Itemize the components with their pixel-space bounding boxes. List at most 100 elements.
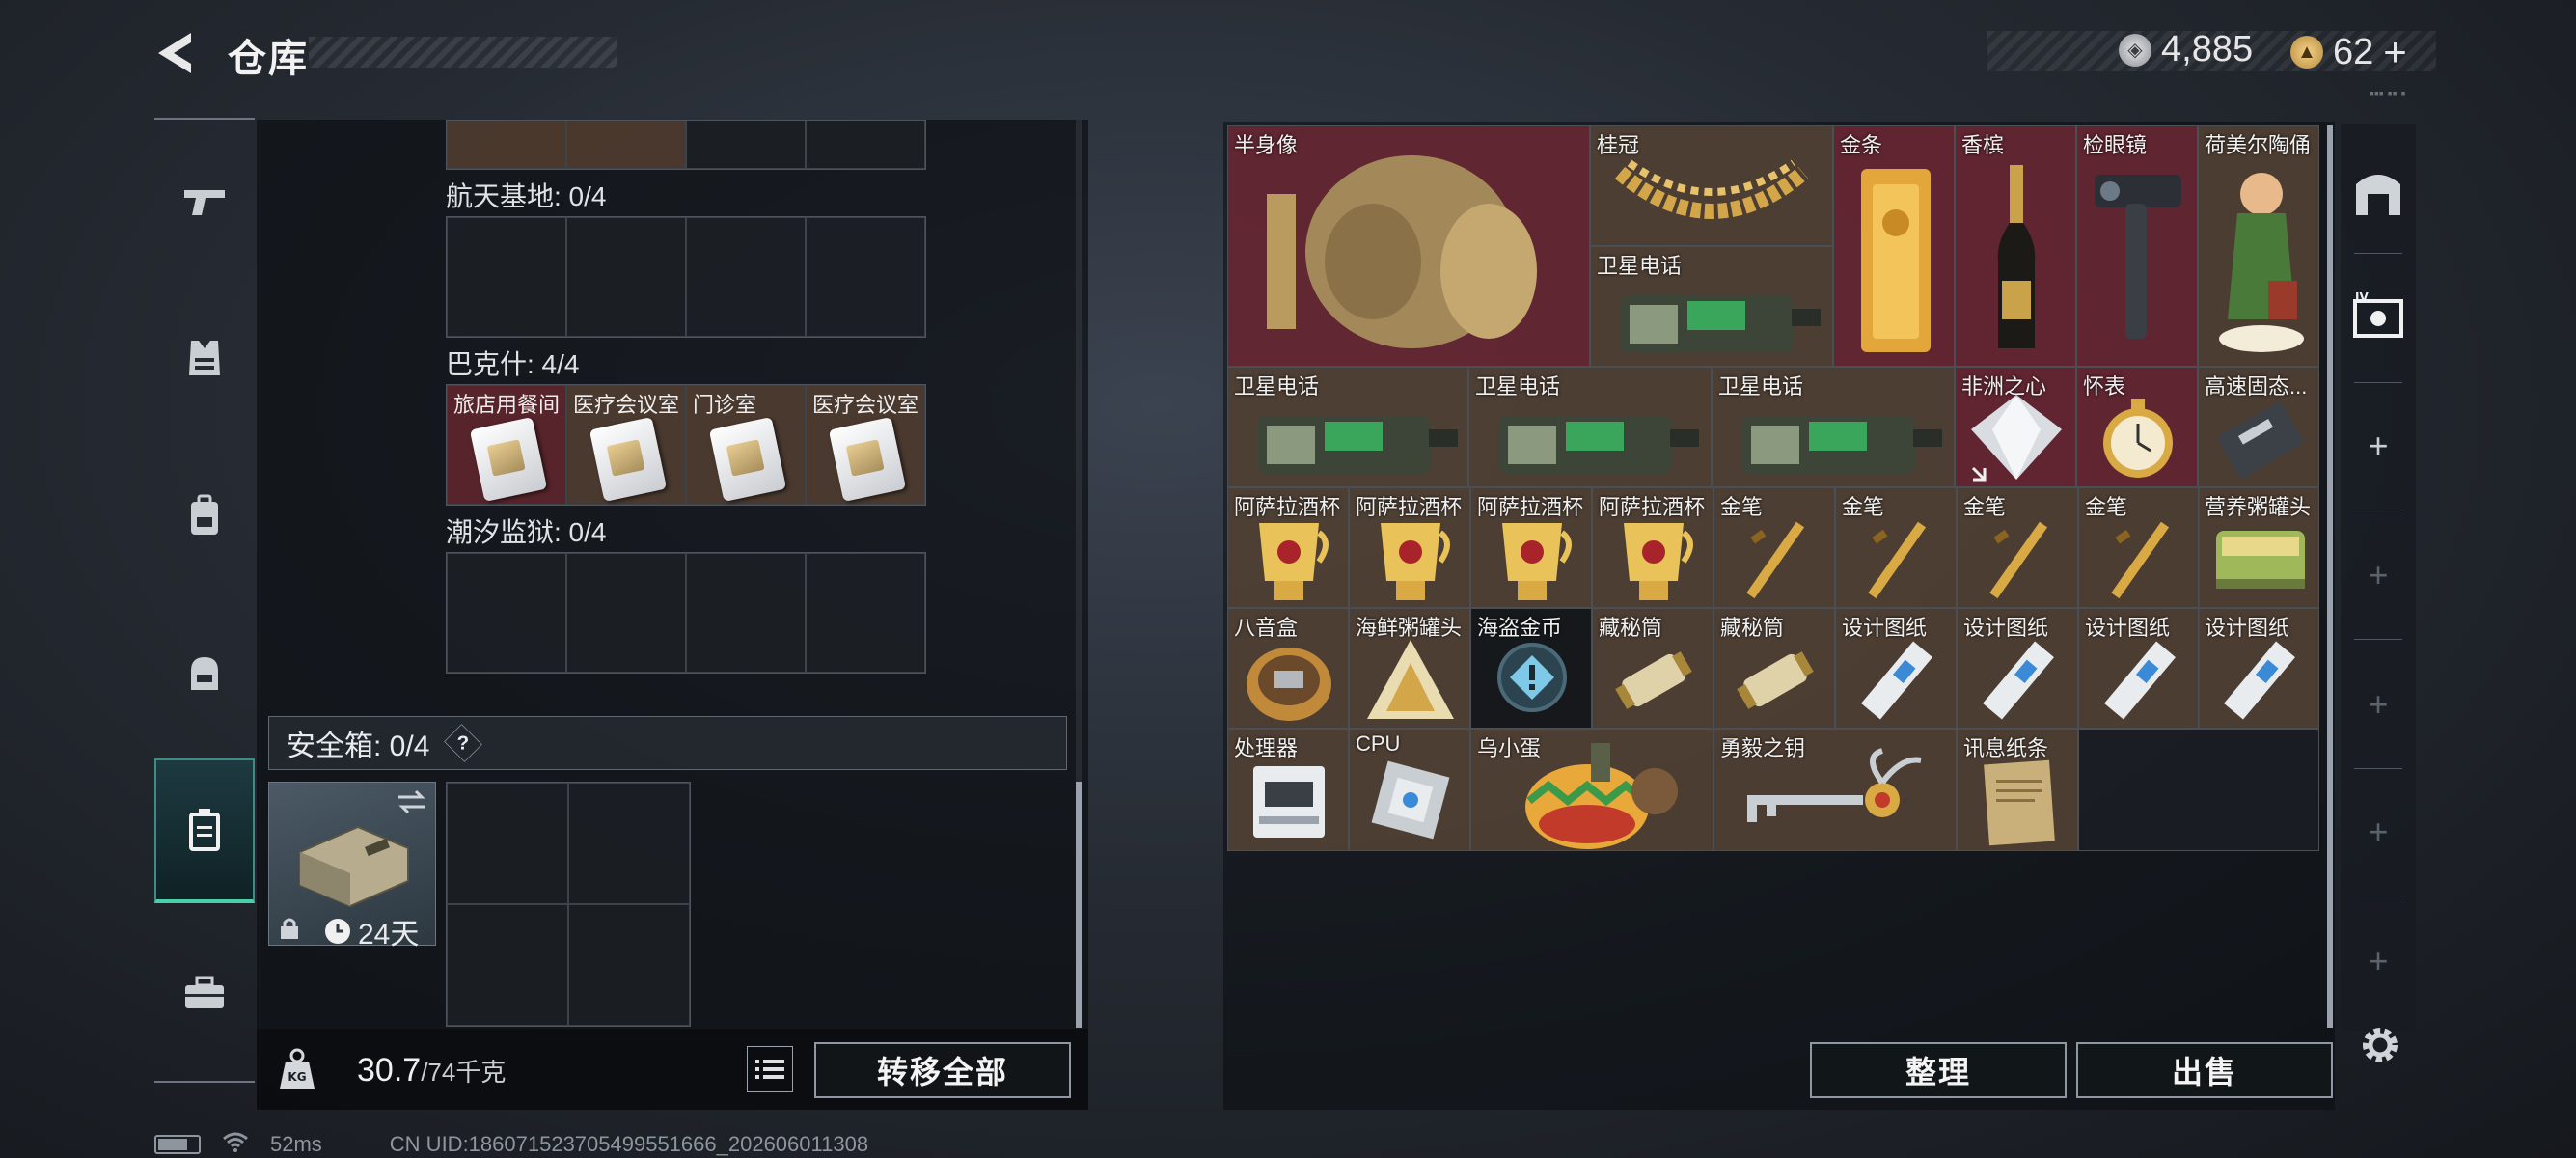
safe-timer: 24天 — [323, 910, 419, 952]
keycard-slot[interactable] — [447, 553, 566, 673]
keycard-slot[interactable]: 旅店用餐间 — [447, 385, 566, 505]
storage-item[interactable]: 香槟 — [1955, 125, 2076, 367]
storage-item[interactable]: 金笔 — [2078, 487, 2200, 608]
storage-item[interactable]: 桂冠 — [1590, 125, 1833, 246]
nav-item-helmet-bag[interactable] — [154, 610, 255, 735]
keycard-slot[interactable]: 医疗会议室 — [566, 385, 686, 505]
safe-slot[interactable] — [447, 904, 568, 1026]
sell-button[interactable]: 出售 — [2076, 1042, 2333, 1098]
storage-item[interactable]: 八音盒 — [1227, 608, 1349, 729]
storage-item[interactable]: 卫星电话 — [1590, 246, 1833, 367]
keycard-slot[interactable] — [806, 553, 925, 673]
storage-item[interactable]: 荷美尔陶俑 — [2198, 125, 2319, 367]
satellite-phone-image — [1498, 416, 1699, 474]
keycard-slot[interactable]: 门诊室 — [686, 385, 806, 505]
nav-item-toolbox[interactable] — [154, 930, 255, 1056]
add-storage-tab-button[interactable]: + — [2341, 398, 2416, 494]
keycard-name: 门诊室 — [693, 393, 757, 417]
nav-item-weapons[interactable] — [154, 139, 255, 264]
asala-cup-image — [1381, 523, 1450, 600]
transfer-all-button[interactable]: 转移全部 — [814, 1042, 1071, 1098]
blueprint-image — [2104, 641, 2176, 720]
storage-item[interactable]: 藏秘筒 — [1592, 608, 1713, 729]
keycard-name: 医疗会议室 — [573, 393, 680, 417]
safe-box-icon — [299, 825, 409, 908]
locked-storage-tab[interactable]: + — [2341, 784, 2416, 880]
storage-item[interactable]: 设计图纸 — [2078, 608, 2200, 729]
watermark: ▪▪▪ ▪▪ ▪ — [2370, 85, 2406, 100]
storage-item[interactable]: 阿萨拉酒杯 — [1592, 487, 1713, 608]
storage-item[interactable]: 金笔 — [1835, 487, 1957, 608]
gold-pen-image — [2111, 521, 2170, 599]
storage-item[interactable]: CPU — [1349, 729, 1470, 851]
storage-item[interactable]: 营养粥罐头 — [2198, 487, 2319, 608]
keycard-slot[interactable] — [806, 121, 925, 169]
storage-item[interactable]: 阿萨拉酒杯 — [1227, 487, 1349, 608]
storage-item[interactable]: 怀表 — [2076, 367, 2198, 487]
keycard-slot[interactable] — [447, 217, 566, 337]
settings-gear-icon[interactable] — [2356, 1021, 2404, 1069]
safe-slot[interactable] — [568, 904, 690, 1026]
storage-item[interactable]: 半身像 — [1227, 125, 1590, 367]
keycard-slot[interactable]: 医疗会议室 — [806, 385, 925, 505]
svg-text:KG: KG — [288, 1070, 306, 1084]
safe-slot[interactable] — [568, 783, 690, 904]
list-view-button[interactable] — [747, 1046, 793, 1092]
storage-tab-home[interactable] — [2341, 145, 2416, 241]
safe-slot[interactable] — [447, 783, 568, 904]
storage-item[interactable]: 设计图纸 — [2198, 608, 2319, 729]
storage-item[interactable]: 非洲之心 — [1955, 367, 2076, 487]
storage-item[interactable]: 讯息纸条 — [1957, 729, 2078, 851]
locked-storage-tab[interactable]: + — [2341, 656, 2416, 753]
keycard-slot[interactable] — [686, 217, 806, 337]
storage-item[interactable]: 阿萨拉酒杯 — [1349, 487, 1470, 608]
silver-amount: 4,885 — [2161, 29, 2254, 69]
storage-item[interactable]: 金条 — [1833, 125, 1955, 367]
keycard-slot[interactable] — [566, 217, 686, 337]
storage-item[interactable]: 卫星电话 — [1712, 367, 1955, 487]
nav-item-backpack[interactable] — [154, 454, 255, 579]
storage-tab-collection[interactable]: IV — [2341, 268, 2416, 365]
storage-item[interactable]: 检眼镜 — [2076, 125, 2198, 367]
gold-currency[interactable]: ▲ 62 + — [2290, 29, 2407, 75]
locked-storage-tab[interactable]: + — [2341, 527, 2416, 623]
storage-item[interactable]: 卫星电话 — [1227, 367, 1468, 487]
storage-scrollbar[interactable] — [2327, 125, 2333, 1028]
help-icon[interactable]: ? — [444, 724, 483, 762]
storage-item[interactable]: 处理器 — [1227, 729, 1349, 851]
keycard-slot[interactable] — [806, 217, 925, 337]
storage-item[interactable]: 海盗金币 — [1470, 608, 1592, 729]
blueprint-image — [1983, 641, 2054, 720]
keycard-slot[interactable] — [447, 121, 566, 169]
storage-item[interactable]: 乌小蛋 — [1470, 729, 1713, 851]
safe-box-header: 安全箱: 0/4 ? — [268, 716, 1067, 770]
swap-icon[interactable] — [395, 788, 429, 815]
storage-item[interactable]: 高速固态... — [2198, 367, 2319, 487]
section-label-aerospace: 航天基地: 0/4 — [446, 181, 607, 211]
keycard-slot[interactable] — [566, 121, 686, 169]
keycard-slot[interactable] — [566, 553, 686, 673]
add-currency-button[interactable]: + — [2383, 29, 2407, 75]
storage-item[interactable]: 金笔 — [1957, 487, 2078, 608]
page-title: 仓库 — [228, 38, 309, 80]
storage-item[interactable]: 设计图纸 — [1835, 608, 1957, 729]
weight-kg-icon: KG — [280, 1048, 315, 1089]
keycard-slot[interactable] — [686, 553, 806, 673]
storage-item[interactable]: 阿萨拉酒杯 — [1470, 487, 1592, 608]
sort-button[interactable]: 整理 — [1810, 1042, 2067, 1098]
safe-box-container[interactable]: 24天 — [268, 782, 436, 951]
keycard-slot[interactable] — [686, 121, 806, 169]
nav-item-armor[interactable] — [154, 295, 255, 421]
storage-item[interactable]: 设计图纸 — [1957, 608, 2078, 729]
storage-item[interactable]: 金笔 — [1713, 487, 1835, 608]
storage-item[interactable]: 卫星电话 — [1468, 367, 1712, 487]
storage-item[interactable]: 勇毅之钥 — [1713, 729, 1957, 851]
storage-empty-slot[interactable] — [2078, 729, 2319, 851]
storage-item[interactable]: 海鲜粥罐头 — [1349, 608, 1470, 729]
keycard-name: 医疗会议室 — [812, 393, 919, 417]
keycard-scrollbar-thumb[interactable] — [1076, 782, 1082, 1028]
storage-item[interactable]: 藏秘筒 — [1713, 608, 1835, 729]
locked-storage-tab[interactable]: + — [2341, 913, 2416, 1009]
nav-item-keycards[interactable] — [154, 758, 255, 903]
back-arrow-icon[interactable] — [152, 29, 201, 77]
